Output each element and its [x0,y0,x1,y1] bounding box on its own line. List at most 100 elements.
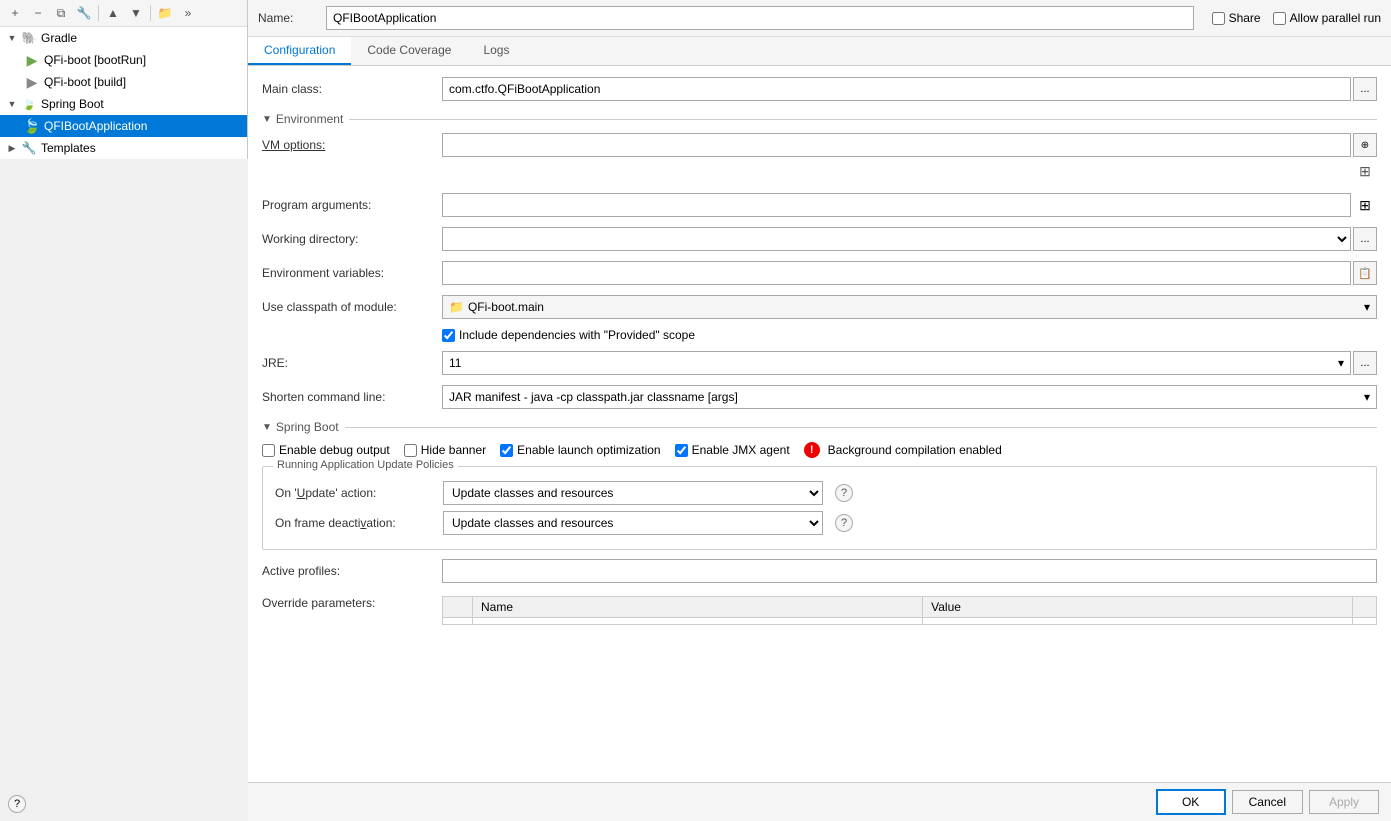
name-bar: Name: Share Allow parallel run [248,0,1391,37]
jre-dropdown-icon: ▾ [1338,356,1344,370]
running-app-policies-section: Running Application Update Policies On '… [262,466,1377,550]
main-class-browse-button[interactable]: ... [1353,77,1377,101]
sidebar-label-qfi-boot-run: QFi-boot [bootRun] [44,53,146,67]
jre-value: 11 [449,356,461,370]
enable-launch-checkbox[interactable] [500,444,513,457]
shorten-cmdline-label: Shorten command line: [262,390,442,404]
working-dir-select[interactable] [442,227,1351,251]
name-label: Name: [258,11,318,25]
env-vars-input[interactable] [442,261,1351,285]
enable-jmx-checkbox[interactable] [675,444,688,457]
env-vars-copy-button[interactable]: 📋 [1353,261,1377,285]
main-class-input[interactable] [442,77,1351,101]
environment-divider [349,119,1377,120]
separator [150,5,151,21]
share-checkbox-label[interactable]: Share [1212,11,1261,25]
background-compilation-text: Background compilation enabled [828,443,1002,457]
override-params-table: Name Value [442,596,1377,625]
program-args-expand-button[interactable]: ⊞ [1353,193,1377,217]
folder-button[interactable]: 📁 [154,2,176,24]
spring-boot-expander[interactable]: ▼ [6,99,18,109]
spring-boot-triangle[interactable]: ▼ [262,422,272,433]
policy-section-title: Running Application Update Policies [273,459,458,471]
on-frame-help-button[interactable]: ? [835,514,853,532]
enable-debug-checkbox[interactable] [262,444,275,457]
include-deps-row: Include dependencies with "Provided" sco… [442,328,1377,342]
include-deps-checkbox[interactable] [442,329,455,342]
share-label: Share [1229,11,1261,25]
sidebar-item-gradle[interactable]: ▼ 🐘 Gradle [0,27,247,49]
shorten-cmdline-dropdown-icon: ▾ [1364,390,1370,404]
working-dir-browse-button[interactable]: ... [1353,227,1377,251]
gradle-expander[interactable]: ▼ [6,33,18,43]
hide-banner-checkbox[interactable] [404,444,417,457]
more-button[interactable]: » [177,2,199,24]
active-profiles-row: Active profiles: [262,558,1377,584]
remove-config-button[interactable]: − [27,2,49,24]
program-args-input[interactable] [442,193,1351,217]
spring-boot-icon: 🍃 [21,96,37,112]
program-args-row: Program arguments: ⊞ [262,192,1377,218]
enable-launch-label[interactable]: Enable launch optimization [500,443,660,457]
value-col-header: Value [923,597,1353,618]
classpath-module-label: Use classpath of module: [262,300,442,314]
on-update-select[interactable]: Update classes and resourcesHot swap cla… [443,481,823,505]
sidebar-label-qfi-boot-app: QFIBootApplication [44,119,147,133]
settings-config-button[interactable]: 🔧 [73,2,95,24]
name-input[interactable] [326,6,1194,30]
sidebar-item-qfi-boot-build[interactable]: ▶ QFi-boot [build] [0,71,247,93]
override-params-label: Override parameters: [262,596,442,610]
environment-triangle[interactable]: ▼ [262,114,272,125]
vm-options-input[interactable] [442,133,1351,157]
cancel-button[interactable]: Cancel [1232,790,1303,814]
ok-button[interactable]: OK [1156,789,1226,815]
enable-debug-label[interactable]: Enable debug output [262,443,390,457]
classpath-module-icon: 📁 [449,300,464,314]
enable-jmx-label[interactable]: Enable JMX agent [675,443,790,457]
working-dir-label: Working directory: [262,232,442,246]
hide-banner-label[interactable]: Hide banner [404,443,486,457]
classpath-module-value: QFi-boot.main [468,300,544,314]
allow-parallel-checkbox[interactable] [1273,12,1286,25]
configuration-content: Main class: ... ▼ Environment VM options… [248,66,1391,782]
active-profiles-label: Active profiles: [262,564,442,578]
sidebar-item-qfi-boot-app[interactable]: 🍃 QFIBootApplication [0,115,247,137]
environment-label: Environment [276,112,343,126]
move-up-button[interactable]: ▲ [102,2,124,24]
sidebar-item-qfi-boot-run[interactable]: ▶ QFi-boot [bootRun] [0,49,247,71]
spring-app-icon: 🍃 [24,118,40,134]
env-vars-row: Environment variables: 📋 [262,260,1377,286]
classpath-dropdown-icon: ▾ [1364,300,1370,314]
name-col-header: Name [473,597,923,618]
override-params-row: Override parameters: Name Value [262,592,1377,625]
tab-configuration[interactable]: Configuration [248,37,351,65]
help-button-bottom[interactable]: ? [8,795,26,813]
add-config-button[interactable]: + [4,2,26,24]
on-frame-select[interactable]: Update classes and resourcesHot swap cla… [443,511,823,535]
tabs-bar: Configuration Code Coverage Logs [248,37,1391,66]
enable-launch-text: Enable launch optimization [517,443,660,457]
on-frame-row: On frame deactivation: Update classes an… [275,511,1364,535]
sidebar-item-templates[interactable]: ▶ 🔧 Templates [0,137,247,159]
move-down-button[interactable]: ▼ [125,2,147,24]
allow-parallel-checkbox-label[interactable]: Allow parallel run [1273,11,1381,25]
jre-browse-button[interactable]: ... [1353,351,1377,375]
tab-logs[interactable]: Logs [467,37,525,65]
vm-options-expand-button[interactable]: ⊕ [1353,133,1377,157]
on-update-help-button[interactable]: ? [835,484,853,502]
active-profiles-input[interactable] [442,559,1377,583]
sidebar-item-spring-boot[interactable]: ▼ 🍃 Spring Boot [0,93,247,115]
error-icon: ! [804,442,820,458]
templates-expander[interactable]: ▶ [6,143,18,154]
param-table-empty-row [443,618,1377,625]
share-checkbox[interactable] [1212,12,1225,25]
on-frame-label: On frame deactivation: [275,516,435,530]
build-config-icon: ▶ [24,74,40,90]
tab-code-coverage[interactable]: Code Coverage [351,37,467,65]
main-class-row: Main class: ... [262,76,1377,102]
sidebar-label-gradle: Gradle [41,31,77,45]
vm-options-expand2-button[interactable]: ⊞ [1353,159,1377,183]
copy-config-button[interactable]: ⧉ [50,2,72,24]
enable-jmx-text: Enable JMX agent [692,443,790,457]
apply-button[interactable]: Apply [1309,790,1379,814]
